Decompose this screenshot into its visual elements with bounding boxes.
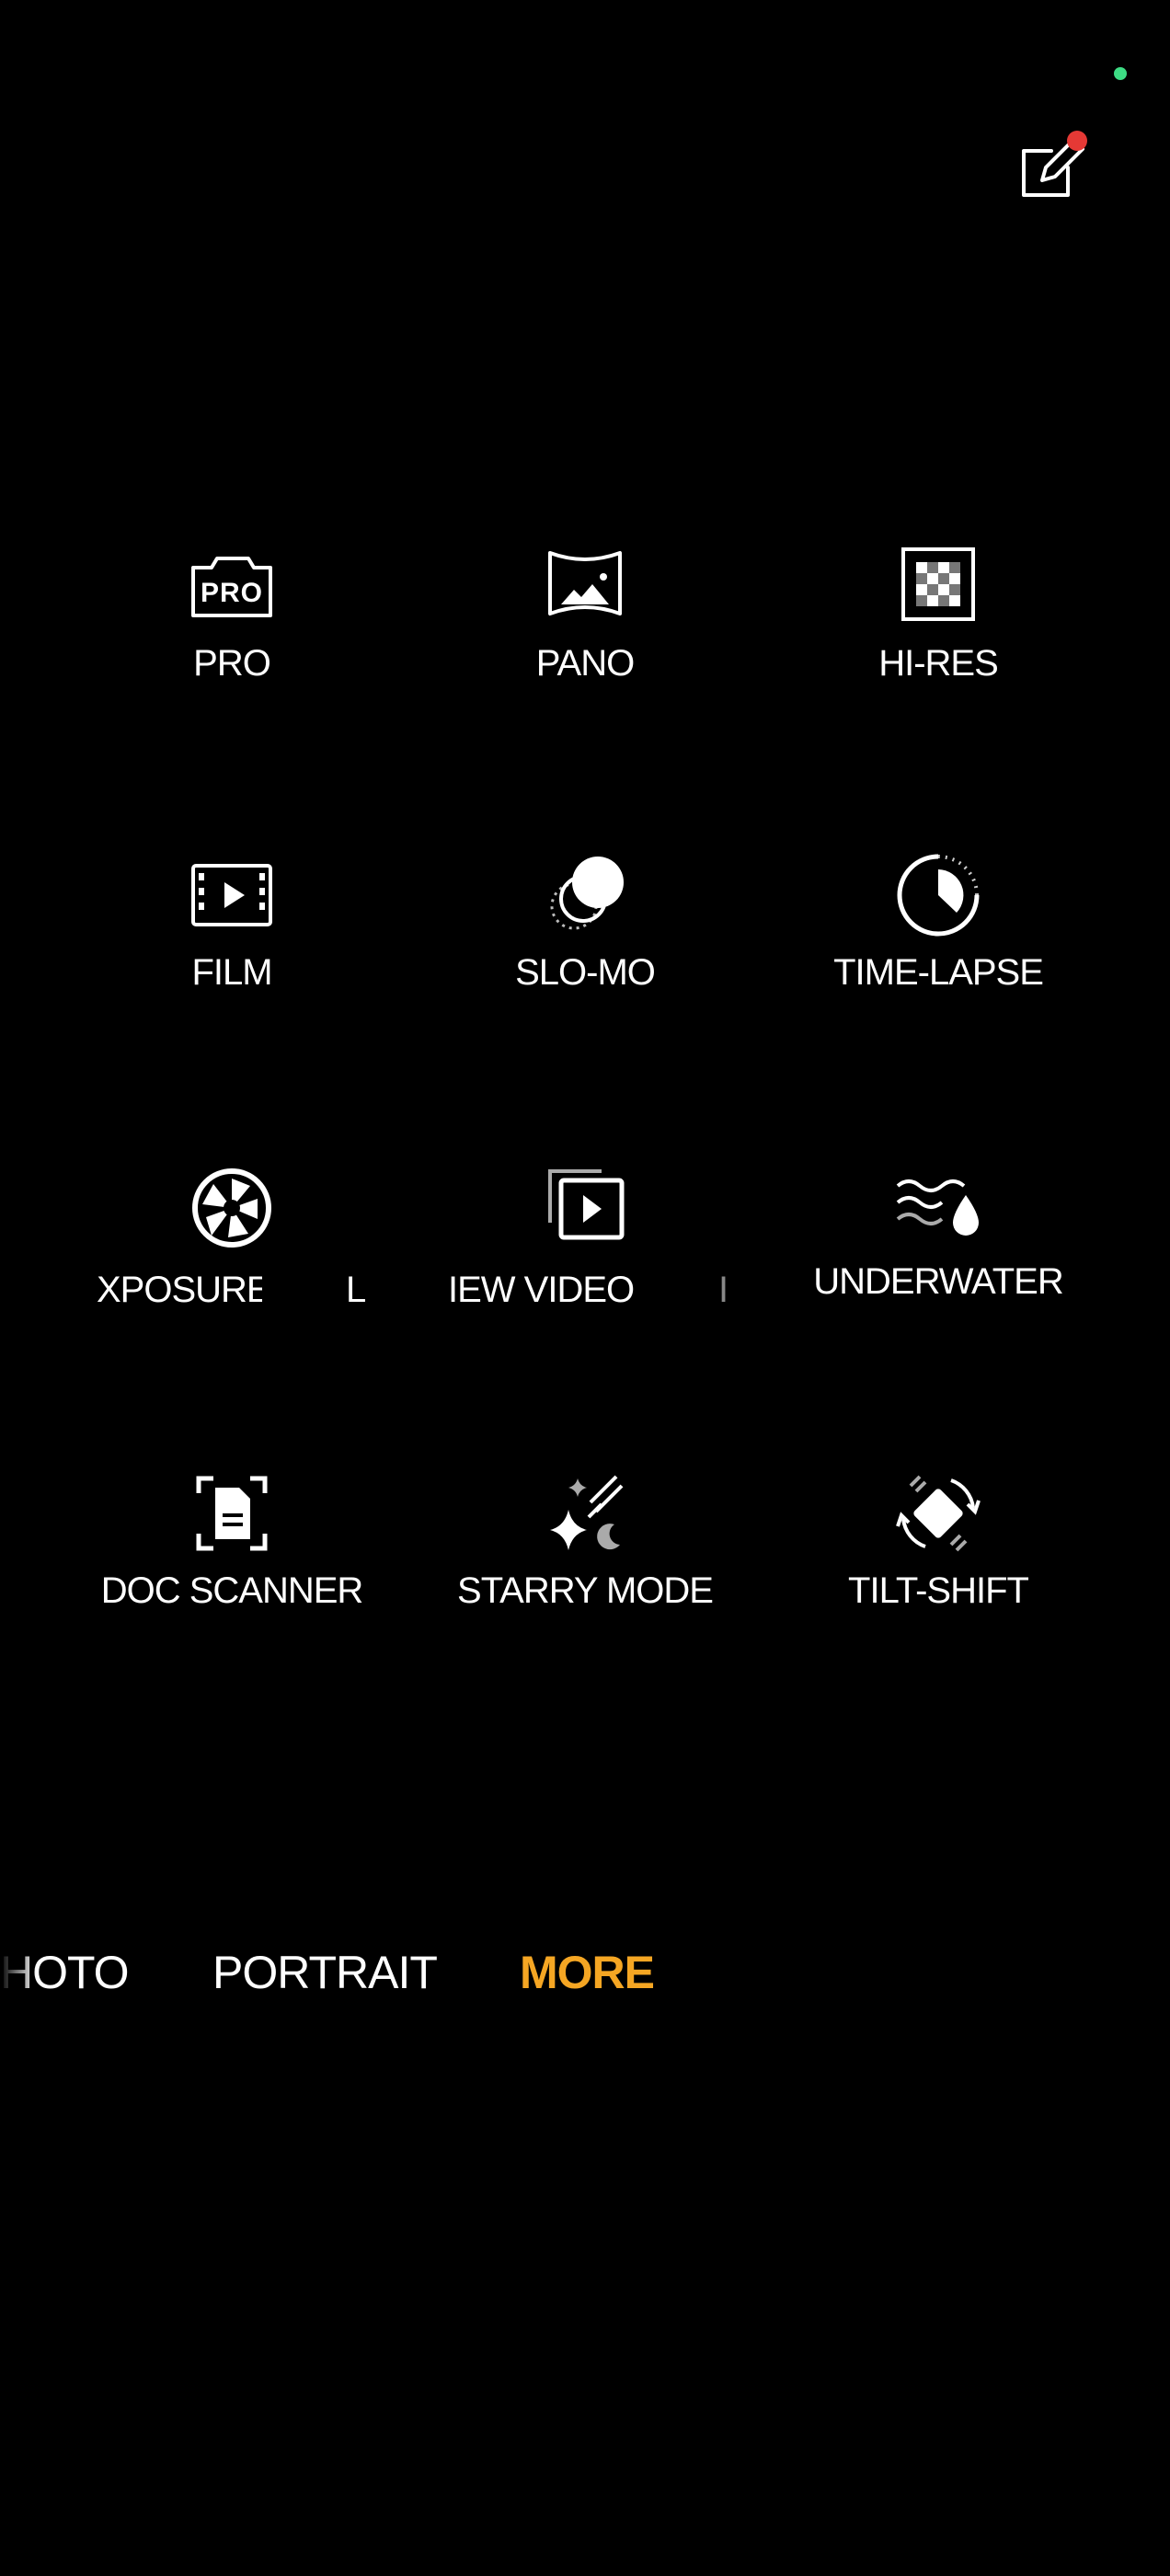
hi-res-icon (892, 540, 984, 632)
mode-time-lapse[interactable]: TIME-LAPSE (763, 849, 1113, 1024)
mode-label-partial: I (718, 1270, 728, 1310)
tab-portrait[interactable]: PORTRAIT (212, 1946, 438, 1999)
mode-label: DOC SCANNER (100, 1570, 364, 1611)
mode-underwater[interactable]: UNDERWATER (763, 1158, 1113, 1333)
film-icon (186, 849, 278, 941)
mode-doc-scanner[interactable]: DOC SCANNER (57, 1467, 407, 1642)
mode-slo-mo[interactable]: SLO-MO (410, 849, 760, 1024)
video-playback-icon (539, 1158, 631, 1250)
mode-label: UNDERWATER (813, 1261, 1063, 1302)
svg-text:PRO: PRO (201, 578, 263, 608)
mode-film[interactable]: FILM (57, 849, 407, 1024)
mode-label-video: IEW VIDEO (448, 1270, 635, 1310)
mode-label: TILT-SHIFT (848, 1570, 1029, 1611)
mode-label: SLO-MO (515, 952, 656, 993)
mode-label-partial: L (346, 1270, 366, 1310)
mode-label: FILM (191, 952, 272, 993)
tilt-shift-icon (892, 1467, 984, 1559)
mode-label: PRO (193, 643, 271, 684)
pro-camera-icon: PRO (186, 540, 278, 632)
mode-tilt-shift[interactable]: TILT-SHIFT (763, 1467, 1113, 1642)
underwater-icon (892, 1158, 984, 1250)
camera-mode-bar: HOTO PORTRAIT MORE (0, 1946, 1170, 2019)
mode-label-exposure: XPOSURE (97, 1270, 262, 1310)
mode-pro[interactable]: PRO PRO (57, 540, 407, 715)
mode-label: STARRY MODE (457, 1570, 714, 1611)
mode-starry[interactable]: STARRY MODE (410, 1467, 760, 1642)
aperture-icon (186, 1158, 278, 1250)
mode-grid: PRO PRO PANO HI-RES FILM SLO-MO TIME-LAP… (0, 0, 1170, 2576)
slow-motion-icon (539, 849, 631, 941)
time-lapse-icon (892, 849, 984, 941)
mode-hi-res[interactable]: HI-RES (763, 540, 1113, 715)
mode-label: HI-RES (878, 643, 999, 684)
document-scan-icon (186, 1467, 278, 1559)
panorama-icon (539, 540, 631, 632)
starry-icon (539, 1467, 631, 1559)
mode-label: PANO (535, 643, 635, 684)
tab-photo[interactable]: HOTO (0, 1946, 130, 1999)
tab-more[interactable]: MORE (520, 1946, 655, 1999)
mode-pano[interactable]: PANO (410, 540, 760, 715)
mode-label: TIME-LAPSE (833, 952, 1044, 993)
